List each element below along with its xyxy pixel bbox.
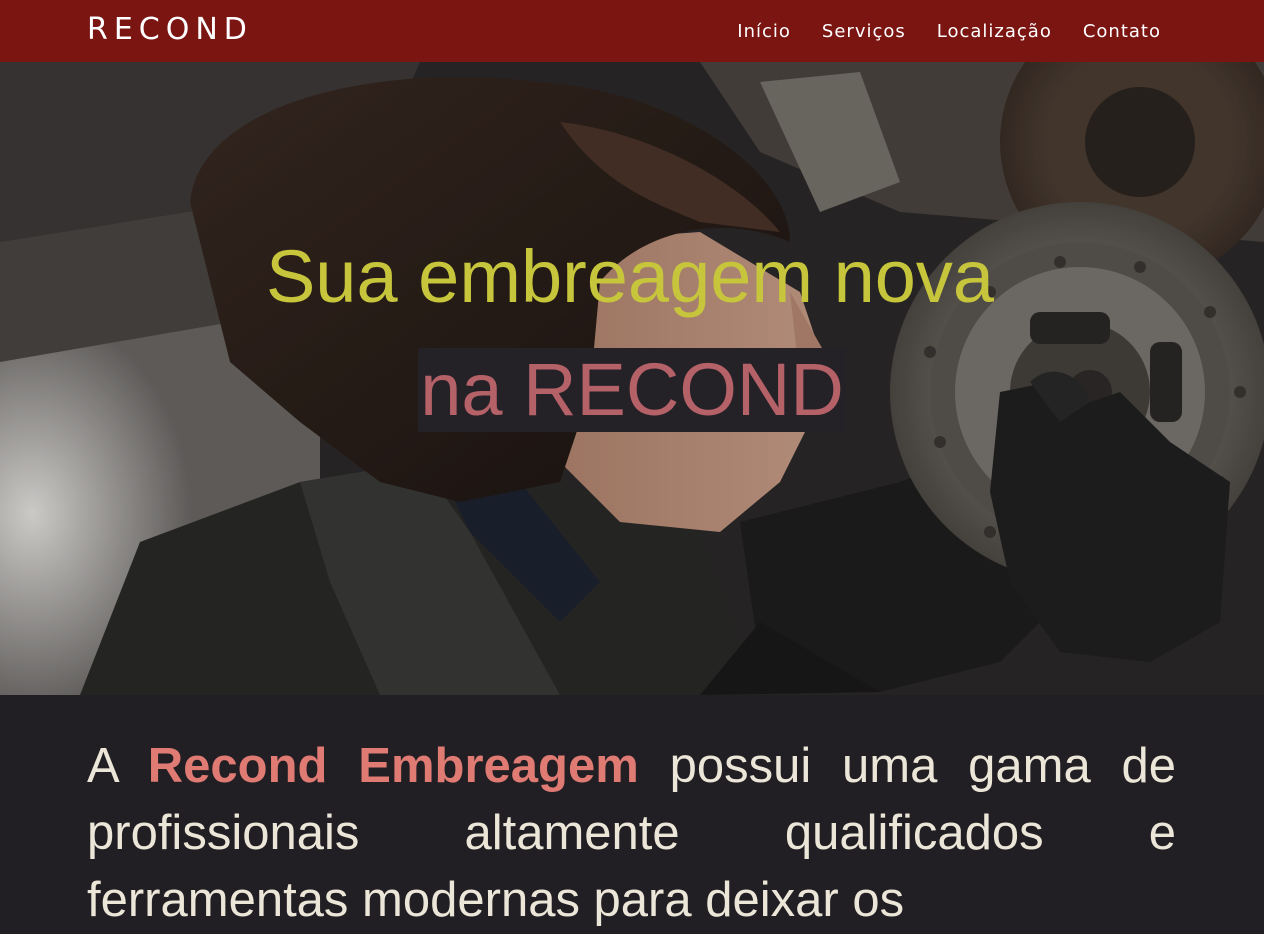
about-company-name: Recond Embreagem (147, 739, 639, 793)
about-paragraph: A Recond Embreagem possui uma gama de pr… (87, 733, 1176, 934)
hero-headline-line1: Sua embreagem nova (265, 235, 995, 318)
about-prefix: A (87, 739, 148, 793)
main-nav: Início Serviços Localização Contato (737, 0, 1161, 62)
brand-logo[interactable]: RECOND (87, 12, 253, 48)
about-section: A Recond Embreagem possui uma gama de pr… (0, 695, 1264, 927)
nav-link-contato[interactable]: Contato (1083, 21, 1161, 42)
navbar: RECOND Início Serviços Localização Conta… (0, 0, 1264, 62)
nav-link-localizacao[interactable]: Localização (937, 21, 1052, 42)
hero-headline-line2: na RECOND (418, 348, 846, 432)
nav-link-servicos[interactable]: Serviços (822, 21, 906, 42)
hero-headline-line2-wrap: na RECOND (0, 348, 1264, 432)
nav-link-inicio[interactable]: Início (737, 21, 791, 42)
hero-section: Sua embreagem nova na RECOND (0, 62, 1264, 695)
